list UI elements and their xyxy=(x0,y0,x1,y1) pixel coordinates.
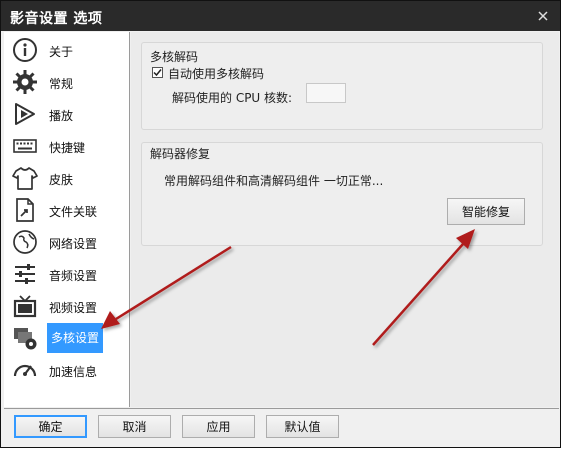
close-icon xyxy=(538,11,548,21)
multicore-icon xyxy=(10,323,40,353)
sidebar: 关于 常规 播放 快捷键 皮肤 文件关联 网络设置 音频设置 视频设置 多核设置… xyxy=(4,32,130,407)
sidebar-item-label: 播放 xyxy=(49,109,74,123)
settings-panel: 多核解码 自动使用多核解码 解码使用的 CPU 核数: 解码器修复 常用解码组件… xyxy=(131,32,559,407)
sidebar-item-about[interactable]: 关于 xyxy=(10,35,126,65)
footer-bar: 确定 取消 应用 默认值 xyxy=(4,408,559,447)
sidebar-item-playback[interactable]: 播放 xyxy=(10,99,126,129)
sidebar-item-skin[interactable]: 皮肤 xyxy=(10,163,126,193)
sidebar-item-audio[interactable]: 音频设置 xyxy=(10,259,126,289)
sidebar-item-file-association[interactable]: 文件关联 xyxy=(10,195,126,225)
file-link-icon xyxy=(10,195,40,225)
shirt-icon xyxy=(10,163,40,193)
sidebar-item-label: 音频设置 xyxy=(49,269,98,283)
cpu-cores-label: 解码使用的 CPU 核数: xyxy=(172,91,293,105)
decoder-status-text: 常用解码组件和高清解码组件 一切正常... xyxy=(164,174,384,188)
default-values-button[interactable]: 默认值 xyxy=(266,415,339,438)
checkmark-icon xyxy=(153,69,162,77)
cancel-button[interactable]: 取消 xyxy=(98,415,171,438)
sidebar-item-video[interactable]: 视频设置 xyxy=(10,291,126,321)
options-window: 影音设置 选项 关于 常规 播放 快捷键 皮肤 文件关联 网络设置 音频设置 视… xyxy=(0,0,561,448)
sidebar-item-general[interactable]: 常规 xyxy=(10,67,126,97)
sidebar-item-label: 多核设置 xyxy=(47,323,104,353)
sidebar-item-label: 皮肤 xyxy=(49,173,74,187)
info-icon xyxy=(10,35,40,65)
gear-icon xyxy=(10,67,40,97)
close-button[interactable] xyxy=(532,5,554,27)
decoder-repair-group: 解码器修复 常用解码组件和高清解码组件 一切正常... 智能修复 xyxy=(141,142,543,246)
sidebar-item-label: 加速信息 xyxy=(49,365,98,379)
network-icon xyxy=(10,227,40,257)
sidebar-item-multicore[interactable]: 多核设置 xyxy=(10,323,126,353)
sidebar-item-label: 视频设置 xyxy=(49,301,98,315)
sidebar-item-label: 网络设置 xyxy=(49,237,98,251)
sidebar-item-hotkeys[interactable]: 快捷键 xyxy=(10,131,126,161)
auto-multicore-checkbox[interactable] xyxy=(152,67,163,78)
ok-button[interactable]: 确定 xyxy=(14,415,87,438)
title-bar: 影音设置 选项 xyxy=(1,1,560,31)
auto-multicore-label: 自动使用多核解码 xyxy=(168,67,265,81)
audio-icon xyxy=(10,259,40,289)
keyboard-icon xyxy=(10,131,40,161)
multicore-group: 多核解码 自动使用多核解码 解码使用的 CPU 核数: xyxy=(141,42,543,130)
sidebar-item-acceleration[interactable]: 加速信息 xyxy=(10,355,126,385)
window-title: 影音设置 选项 xyxy=(10,11,103,27)
apply-button[interactable]: 应用 xyxy=(182,415,255,438)
sidebar-item-label: 关于 xyxy=(49,45,74,59)
smart-repair-button[interactable]: 智能修复 xyxy=(447,198,525,225)
sidebar-item-network[interactable]: 网络设置 xyxy=(10,227,126,257)
tv-icon xyxy=(10,291,40,321)
sidebar-item-label: 快捷键 xyxy=(49,141,86,155)
sidebar-item-label: 常规 xyxy=(49,77,74,91)
cpu-cores-input[interactable] xyxy=(306,83,346,103)
sidebar-item-label: 文件关联 xyxy=(49,205,98,219)
speedometer-icon xyxy=(10,355,40,385)
multicore-group-title: 多核解码 xyxy=(150,50,199,64)
play-icon xyxy=(10,99,40,129)
decoder-repair-title: 解码器修复 xyxy=(150,147,211,161)
